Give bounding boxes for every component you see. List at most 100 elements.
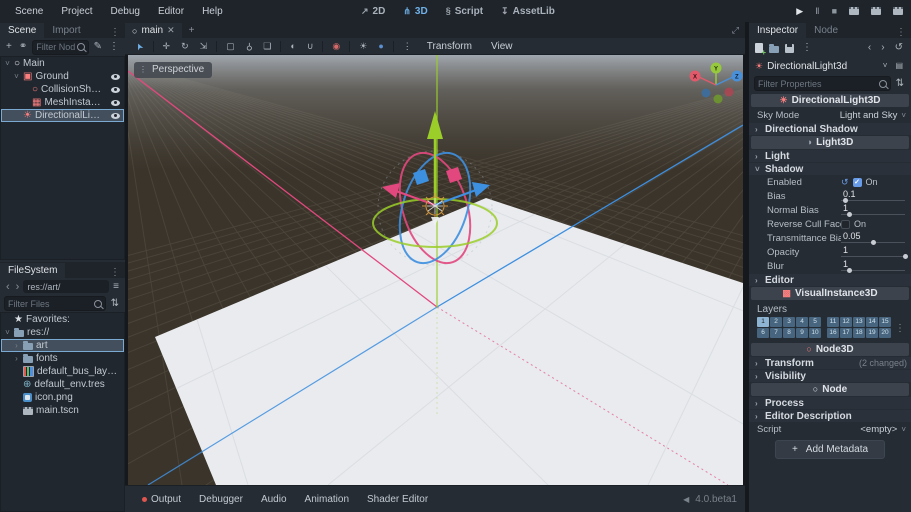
bottom-panel-animation[interactable]: Animation: [296, 494, 358, 505]
checkbox-reverse-cull-face[interactable]: On: [841, 219, 905, 229]
menu-debug[interactable]: Debug: [101, 6, 148, 17]
resource-options-dots[interactable]: ⋮: [800, 42, 814, 54]
fs-path[interactable]: res://art/: [23, 280, 109, 293]
layer-tile-10[interactable]: 10: [809, 328, 821, 338]
group-light[interactable]: ›Light: [749, 150, 911, 162]
menu-editor[interactable]: Editor: [149, 6, 193, 17]
menu-help[interactable]: Help: [193, 6, 232, 17]
workspace-script[interactable]: §Script: [437, 6, 492, 17]
view-menu[interactable]: View: [482, 41, 522, 52]
fs-item-favorites-[interactable]: ★Favorites:: [1, 313, 124, 326]
slider-grabber[interactable]: [871, 240, 876, 245]
fs-item-res-[interactable]: ˅res://: [1, 326, 124, 339]
layer-tile-5[interactable]: 5: [809, 317, 821, 327]
axis-ball-neg-y[interactable]: [714, 95, 723, 104]
slider-grabber[interactable]: [847, 268, 852, 273]
group-process[interactable]: ›Process: [749, 397, 911, 409]
layer-tile-20[interactable]: 20: [879, 328, 891, 338]
scene-tree-item-ground[interactable]: ˅▣Ground: [1, 70, 124, 83]
bottom-panel-shader-editor[interactable]: Shader Editor: [358, 494, 437, 505]
fs-item-fonts[interactable]: ›fonts: [1, 352, 124, 365]
layer-tile-2[interactable]: 2: [770, 317, 782, 327]
workspace-2d[interactable]: ↗2D: [352, 6, 394, 17]
slider-grabber[interactable]: [903, 254, 908, 259]
move-tool-button[interactable]: ✛: [158, 41, 176, 52]
slider-bias[interactable]: 0.1: [841, 190, 905, 202]
menu-project[interactable]: Project: [52, 6, 101, 17]
fs-item-main-tscn[interactable]: main.tscn: [1, 404, 124, 417]
bottom-panel-output[interactable]: Output: [133, 494, 190, 505]
group-tool-button[interactable]: ❏: [258, 41, 276, 52]
expand-viewport-icon[interactable]: ⤢: [726, 23, 745, 38]
history-back-button[interactable]: ‹: [866, 42, 873, 54]
group-editor[interactable]: ›Editor: [749, 274, 911, 286]
workspace-3d[interactable]: ⋔3D: [394, 6, 436, 17]
filesystem-options-dots[interactable]: ⋮: [105, 267, 125, 278]
environment-tool-button[interactable]: ●: [373, 41, 388, 52]
layer-tile-18[interactable]: 18: [853, 328, 865, 338]
load-resource-icon[interactable]: [769, 46, 779, 53]
group-editor-description[interactable]: ›Editor Description: [749, 410, 911, 422]
bottom-panel-audio[interactable]: Audio: [252, 494, 296, 505]
scene-tab-main[interactable]: ○main✕: [125, 23, 182, 38]
axis-ball-neg-z[interactable]: [702, 89, 711, 98]
revert-icon[interactable]: ↺: [841, 177, 849, 188]
filter-files-input[interactable]: Filter Files: [4, 296, 106, 311]
expand-arrow-icon[interactable]: ˅: [4, 59, 11, 68]
layer-tile-3[interactable]: 3: [783, 317, 795, 327]
expand-arrow-icon[interactable]: ›: [13, 354, 20, 363]
menu-scene[interactable]: Scene: [6, 6, 52, 17]
more-tool-button[interactable]: ⋮: [398, 41, 417, 52]
lock-tool-button[interactable]: ⚲: [241, 41, 258, 52]
snap-tool-button[interactable]: ∪: [302, 41, 319, 52]
layer-tile-8[interactable]: 8: [783, 328, 795, 338]
checkbox-icon[interactable]: [841, 220, 850, 229]
layers-options-dots[interactable]: ⋮: [895, 323, 911, 334]
workspace-assetlib[interactable]: ↧AssetLib: [492, 6, 564, 17]
ruler-tool-button[interactable]: ◐: [285, 41, 300, 52]
stop-button[interactable]: ■: [832, 6, 837, 16]
audio-mute-icon[interactable]: ◀: [683, 495, 689, 504]
scene-tree-options-dots[interactable]: ⋮: [107, 41, 121, 53]
fs-item-default-bus-layout-tres[interactable]: default_bus_layout.tres: [1, 365, 124, 378]
group-directional-shadow[interactable]: ›Directional Shadow: [749, 123, 911, 135]
dropdown-sky-mode[interactable]: Light and Sky˅: [840, 110, 906, 121]
bottom-panel-debugger[interactable]: Debugger: [190, 494, 252, 505]
object-dropdown-chevron[interactable]: ˅: [881, 61, 890, 71]
visibility-eye-icon[interactable]: [111, 87, 120, 93]
tab-inspector[interactable]: Inspector: [749, 23, 806, 38]
expand-arrow-icon[interactable]: ›: [13, 341, 20, 350]
slider-transmittance-bias[interactable]: 0.05: [841, 232, 905, 244]
filter-properties-input[interactable]: Filter Properties: [754, 76, 891, 91]
layer-tile-4[interactable]: 4: [796, 317, 808, 327]
layer-tile-19[interactable]: 19: [866, 328, 878, 338]
fs-split-mode-button[interactable]: ≡: [111, 281, 121, 293]
scene-tree-item-directionallight3d[interactable]: ☀DirectionalLight3d: [1, 109, 124, 122]
attach-script-button[interactable]: ✎: [92, 41, 104, 53]
add-metadata-button[interactable]: +Add Metadata: [775, 440, 885, 459]
instance-scene-button[interactable]: ⚭: [17, 41, 29, 53]
new-scene-tab-button[interactable]: +: [182, 23, 202, 38]
expand-arrow-icon[interactable]: ˅: [13, 72, 20, 81]
checkbox-enabled[interactable]: ↺✓On: [841, 177, 905, 188]
save-resource-icon[interactable]: [785, 44, 794, 53]
scene-tree-item-meshinstance3d[interactable]: ▦MeshInstance3d: [1, 96, 124, 109]
add-node-button[interactable]: +: [4, 41, 14, 53]
pause-button[interactable]: Ⅱ: [815, 6, 819, 17]
rotate-tool-button[interactable]: ↻: [176, 41, 194, 52]
new-resource-icon[interactable]: [755, 43, 763, 53]
play-button[interactable]: ▶: [796, 6, 803, 17]
property-name-style-button[interactable]: ⇅: [894, 78, 906, 90]
scene-tree-item-main[interactable]: ˅○Main: [1, 57, 124, 70]
viewport-3d[interactable]: Y X Z ⋮ Perspective: [128, 55, 743, 485]
group-visibility[interactable]: ›Visibility: [749, 370, 911, 382]
visibility-eye-icon[interactable]: [111, 113, 120, 119]
layer-tile-1[interactable]: 1: [757, 317, 769, 327]
select-tool-button[interactable]: ➤: [131, 41, 149, 52]
scale-tool-button[interactable]: ⇲: [195, 41, 213, 52]
filter-node-input[interactable]: Filter Node: [32, 40, 88, 55]
layer-tile-16[interactable]: 16: [827, 328, 839, 338]
layer-tile-6[interactable]: 6: [757, 328, 769, 338]
slider-normal-bias[interactable]: 1: [841, 204, 905, 216]
layer-tile-17[interactable]: 17: [840, 328, 852, 338]
